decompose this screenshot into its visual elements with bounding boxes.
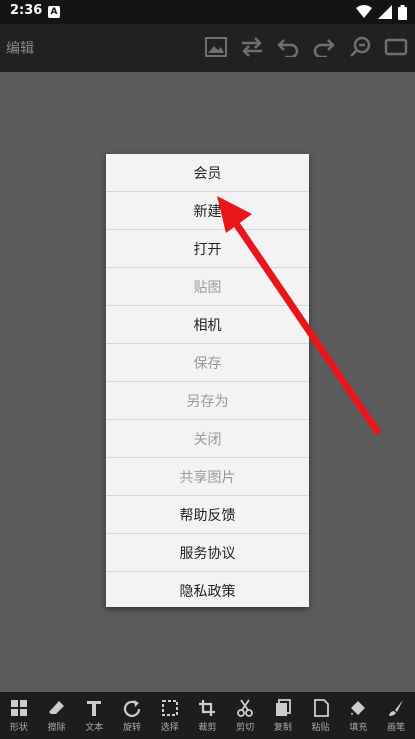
copy-icon [273,698,293,718]
menu-item-terms[interactable]: 服务协议 [106,534,309,572]
tool-label: 填充 [349,723,368,733]
tool-label: 旋转 [123,723,142,733]
rotate-icon [122,698,142,718]
bottom-toolbar: 形状 擦除 文本 旋转 选择 裁剪 剪切 复制 粘贴 填充 画笔 [0,692,415,739]
menu-item-open[interactable]: 打开 [106,230,309,268]
menu-item-new[interactable]: 新建 [106,192,309,230]
menu-item-close: 关闭 [106,420,309,458]
tool-shape[interactable]: 形状 [0,698,37,733]
tool-text[interactable]: 文本 [76,698,113,733]
tool-label: 文本 [85,723,104,733]
toolbar-actions [203,34,409,60]
signal-icon [378,5,392,19]
menu-item-help-feedback[interactable]: 帮助反馈 [106,496,309,534]
tool-label: 形状 [9,723,28,733]
main-menu: 会员 新建 打开 贴图 相机 保存 另存为 关闭 共享图片 帮助反馈 服务协议 … [106,154,309,607]
undo-icon[interactable] [275,34,301,60]
tool-label: 剪切 [236,723,255,733]
tool-label: 画笔 [387,723,406,733]
menu-item-save: 保存 [106,344,309,382]
notification-icon: A [48,6,60,18]
menu-item-paste-image: 贴图 [106,268,309,306]
tool-fill[interactable]: 填充 [340,698,377,733]
tool-rotate[interactable]: 旋转 [114,698,151,733]
tool-label: 选择 [160,723,179,733]
redo-icon[interactable] [311,34,337,60]
wifi-icon [356,5,372,18]
shape-grid-icon [9,698,29,718]
menu-item-privacy[interactable]: 隐私政策 [106,572,309,610]
tool-select[interactable]: 选择 [151,698,188,733]
brush-icon [386,698,406,718]
tool-label: 粘贴 [311,723,330,733]
image-icon[interactable] [203,34,229,60]
tool-paste[interactable]: 粘贴 [302,698,339,733]
text-icon [84,698,104,718]
tool-label: 复制 [273,723,292,733]
status-bar: 2:36 A [0,0,415,24]
toolbar-title: 编辑 [6,41,34,57]
tool-erase[interactable]: 擦除 [38,698,75,733]
swap-icon[interactable] [239,34,265,60]
tool-label: 擦除 [47,723,66,733]
top-toolbar: 编辑 [0,24,415,72]
battery-icon [398,4,407,20]
tool-crop[interactable]: 裁剪 [189,698,226,733]
status-icons [356,4,407,20]
tool-brush[interactable]: 画笔 [378,698,415,733]
paste-icon [311,698,331,718]
eraser-icon [47,698,67,718]
menu-item-share-image: 共享图片 [106,458,309,496]
select-icon [160,698,180,718]
tool-copy[interactable]: 复制 [264,698,301,733]
menu-item-save-as: 另存为 [106,382,309,420]
zoom-out-icon[interactable] [347,34,373,60]
crop-icon [197,698,217,718]
tool-cut[interactable]: 剪切 [227,698,264,733]
fill-icon [348,698,368,718]
tool-label: 裁剪 [198,723,217,733]
menu-item-vip[interactable]: 会员 [106,154,309,192]
menu-item-camera[interactable]: 相机 [106,306,309,344]
scissors-icon [235,698,255,718]
status-time: 2:36 [10,3,43,18]
fullscreen-icon[interactable] [383,34,409,60]
